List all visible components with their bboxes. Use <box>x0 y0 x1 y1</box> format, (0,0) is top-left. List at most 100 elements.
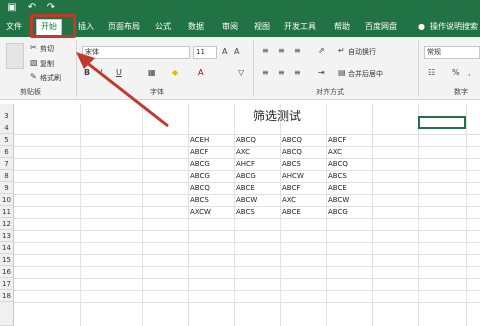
row-header[interactable]: 9 <box>0 182 14 194</box>
merge-center-icon[interactable]: ▤ <box>338 68 346 78</box>
underline-icon[interactable]: U <box>116 68 122 78</box>
tab-formulas[interactable]: 公式 <box>155 20 171 36</box>
row-header[interactable]: 6 <box>0 146 14 158</box>
tab-baidu-netdisk[interactable]: 百度网盘 <box>365 20 397 36</box>
align-center-icon[interactable]: ≡ <box>278 68 285 78</box>
align-middle-icon[interactable]: ≡ <box>278 46 285 56</box>
bold-icon[interactable]: B <box>84 68 90 78</box>
gridline <box>418 104 419 326</box>
table-cell[interactable]: ABCW <box>236 194 257 206</box>
row-header[interactable]: 7 <box>0 158 14 170</box>
merge-center-button[interactable]: 合并后居中 <box>348 69 383 79</box>
tab-data[interactable]: 数据 <box>188 20 204 36</box>
align-left-icon[interactable]: ≡ <box>262 68 269 78</box>
table-cell[interactable]: AXC <box>328 146 342 158</box>
table-cell[interactable]: ABCQ <box>190 182 210 194</box>
tab-developer[interactable]: 开发工具 <box>284 20 316 36</box>
fill-color-icon[interactable]: ◆ <box>172 68 178 78</box>
table-cell[interactable]: ACEH <box>190 134 209 146</box>
align-bottom-icon[interactable]: ≡ <box>294 46 301 56</box>
selected-cell[interactable] <box>418 116 466 129</box>
gridline <box>326 104 327 326</box>
font-color-icon[interactable]: A <box>198 68 203 78</box>
align-right-icon[interactable]: ≡ <box>294 68 301 78</box>
gridline <box>372 104 373 326</box>
tab-insert[interactable]: 插入 <box>78 20 94 36</box>
table-cell[interactable]: ABCG <box>236 170 256 182</box>
tab-page-layout[interactable]: 页面布局 <box>108 20 140 36</box>
table-cell[interactable]: ABCG <box>190 158 210 170</box>
highlight-box <box>30 14 76 38</box>
increase-font-icon[interactable]: A <box>222 47 227 57</box>
wrap-text-button[interactable]: 自动换行 <box>348 47 376 57</box>
table-cell[interactable]: ABCQ <box>282 146 302 158</box>
font-size-select[interactable]: 11 <box>193 46 217 59</box>
decrease-font-icon[interactable]: A <box>234 47 239 57</box>
wrap-text-icon[interactable]: ↵ <box>338 46 345 56</box>
format-painter-button[interactable]: 格式刷 <box>40 73 61 83</box>
table-cell[interactable]: ABCF <box>190 146 208 158</box>
save-icon[interactable]: ▣ <box>7 3 17 13</box>
row-header[interactable]: 17 <box>0 278 14 290</box>
lightbulb-icon: ● <box>418 22 425 31</box>
redo-icon[interactable]: ↷ <box>46 3 56 13</box>
table-cell[interactable]: ABCF <box>328 134 346 146</box>
cut-icon[interactable]: ✂ <box>30 43 37 53</box>
row-header[interactable]: 16 <box>0 266 14 278</box>
row-header[interactable]: 8 <box>0 170 14 182</box>
clipboard-group-label: 剪贴板 <box>20 88 41 96</box>
table-cell[interactable]: ABCQ <box>236 134 256 146</box>
indent-icon[interactable]: ⇥ <box>318 68 325 78</box>
table-cell[interactable]: AHCW <box>282 170 304 182</box>
table-cell[interactable]: ABCS <box>282 158 301 170</box>
copy-button[interactable]: 复制 <box>40 59 54 69</box>
row-header[interactable]: 18 <box>0 290 14 302</box>
tab-review[interactable]: 审阅 <box>222 20 238 36</box>
tab-tell-me[interactable]: 操作说明搜索 <box>430 20 478 36</box>
table-cell[interactable]: ABCE <box>282 206 301 218</box>
font-name-select[interactable]: 宋体 <box>82 46 190 59</box>
gridline <box>280 104 281 326</box>
phonetic-icon[interactable]: ▽ <box>238 68 244 78</box>
table-cell[interactable]: AXC <box>282 194 296 206</box>
tab-help[interactable]: 帮助 <box>334 20 350 36</box>
row-header[interactable]: 13 <box>0 230 14 242</box>
currency-icon[interactable]: ☷ <box>428 68 435 78</box>
tab-view[interactable]: 视图 <box>254 20 270 36</box>
table-cell[interactable]: ABCS <box>236 206 255 218</box>
row-header[interactable]: 4 <box>0 122 14 134</box>
table-cell[interactable]: ABCQ <box>282 134 302 146</box>
table-cell[interactable]: ABCS <box>328 170 347 182</box>
table-cell[interactable]: ABCQ <box>328 158 348 170</box>
row-header[interactable]: 10 <box>0 194 14 206</box>
table-cell[interactable]: AHCF <box>236 158 255 170</box>
table-cell[interactable]: ABCG <box>328 206 348 218</box>
number-format-select[interactable]: 常规 <box>424 46 480 59</box>
table-cell[interactable]: ABCS <box>190 194 209 206</box>
cut-button[interactable]: 剪切 <box>40 44 54 54</box>
table-cell[interactable]: ABCE <box>328 182 347 194</box>
percent-icon[interactable]: % <box>452 68 460 78</box>
table-cell[interactable]: ABCW <box>328 194 349 206</box>
copy-icon[interactable]: ▧ <box>30 58 38 68</box>
row-header[interactable]: 14 <box>0 242 14 254</box>
row-header[interactable]: 5 <box>0 134 14 146</box>
align-top-icon[interactable]: ≡ <box>262 46 269 56</box>
tab-file[interactable]: 文件 <box>6 20 22 36</box>
border-icon[interactable]: ▦ <box>148 68 156 78</box>
row-header[interactable]: 12 <box>0 218 14 230</box>
orientation-icon[interactable]: ⇗ <box>318 46 325 56</box>
table-cell[interactable]: ABCE <box>236 182 255 194</box>
alignment-group-label: 对齐方式 <box>316 88 344 96</box>
row-header[interactable]: 15 <box>0 254 14 266</box>
paste-icon[interactable] <box>6 43 24 69</box>
table-cell[interactable]: ABCG <box>190 170 210 182</box>
comma-style-icon[interactable]: , <box>468 68 471 78</box>
undo-icon[interactable]: ↶ <box>27 3 37 13</box>
table-cell[interactable]: ABCF <box>282 182 300 194</box>
row-header[interactable]: 11 <box>0 206 14 218</box>
italic-icon[interactable]: I <box>100 68 102 78</box>
table-cell[interactable]: AXC <box>236 146 250 158</box>
format-painter-icon[interactable]: ✎ <box>30 72 37 82</box>
table-cell[interactable]: AXCW <box>190 206 211 218</box>
